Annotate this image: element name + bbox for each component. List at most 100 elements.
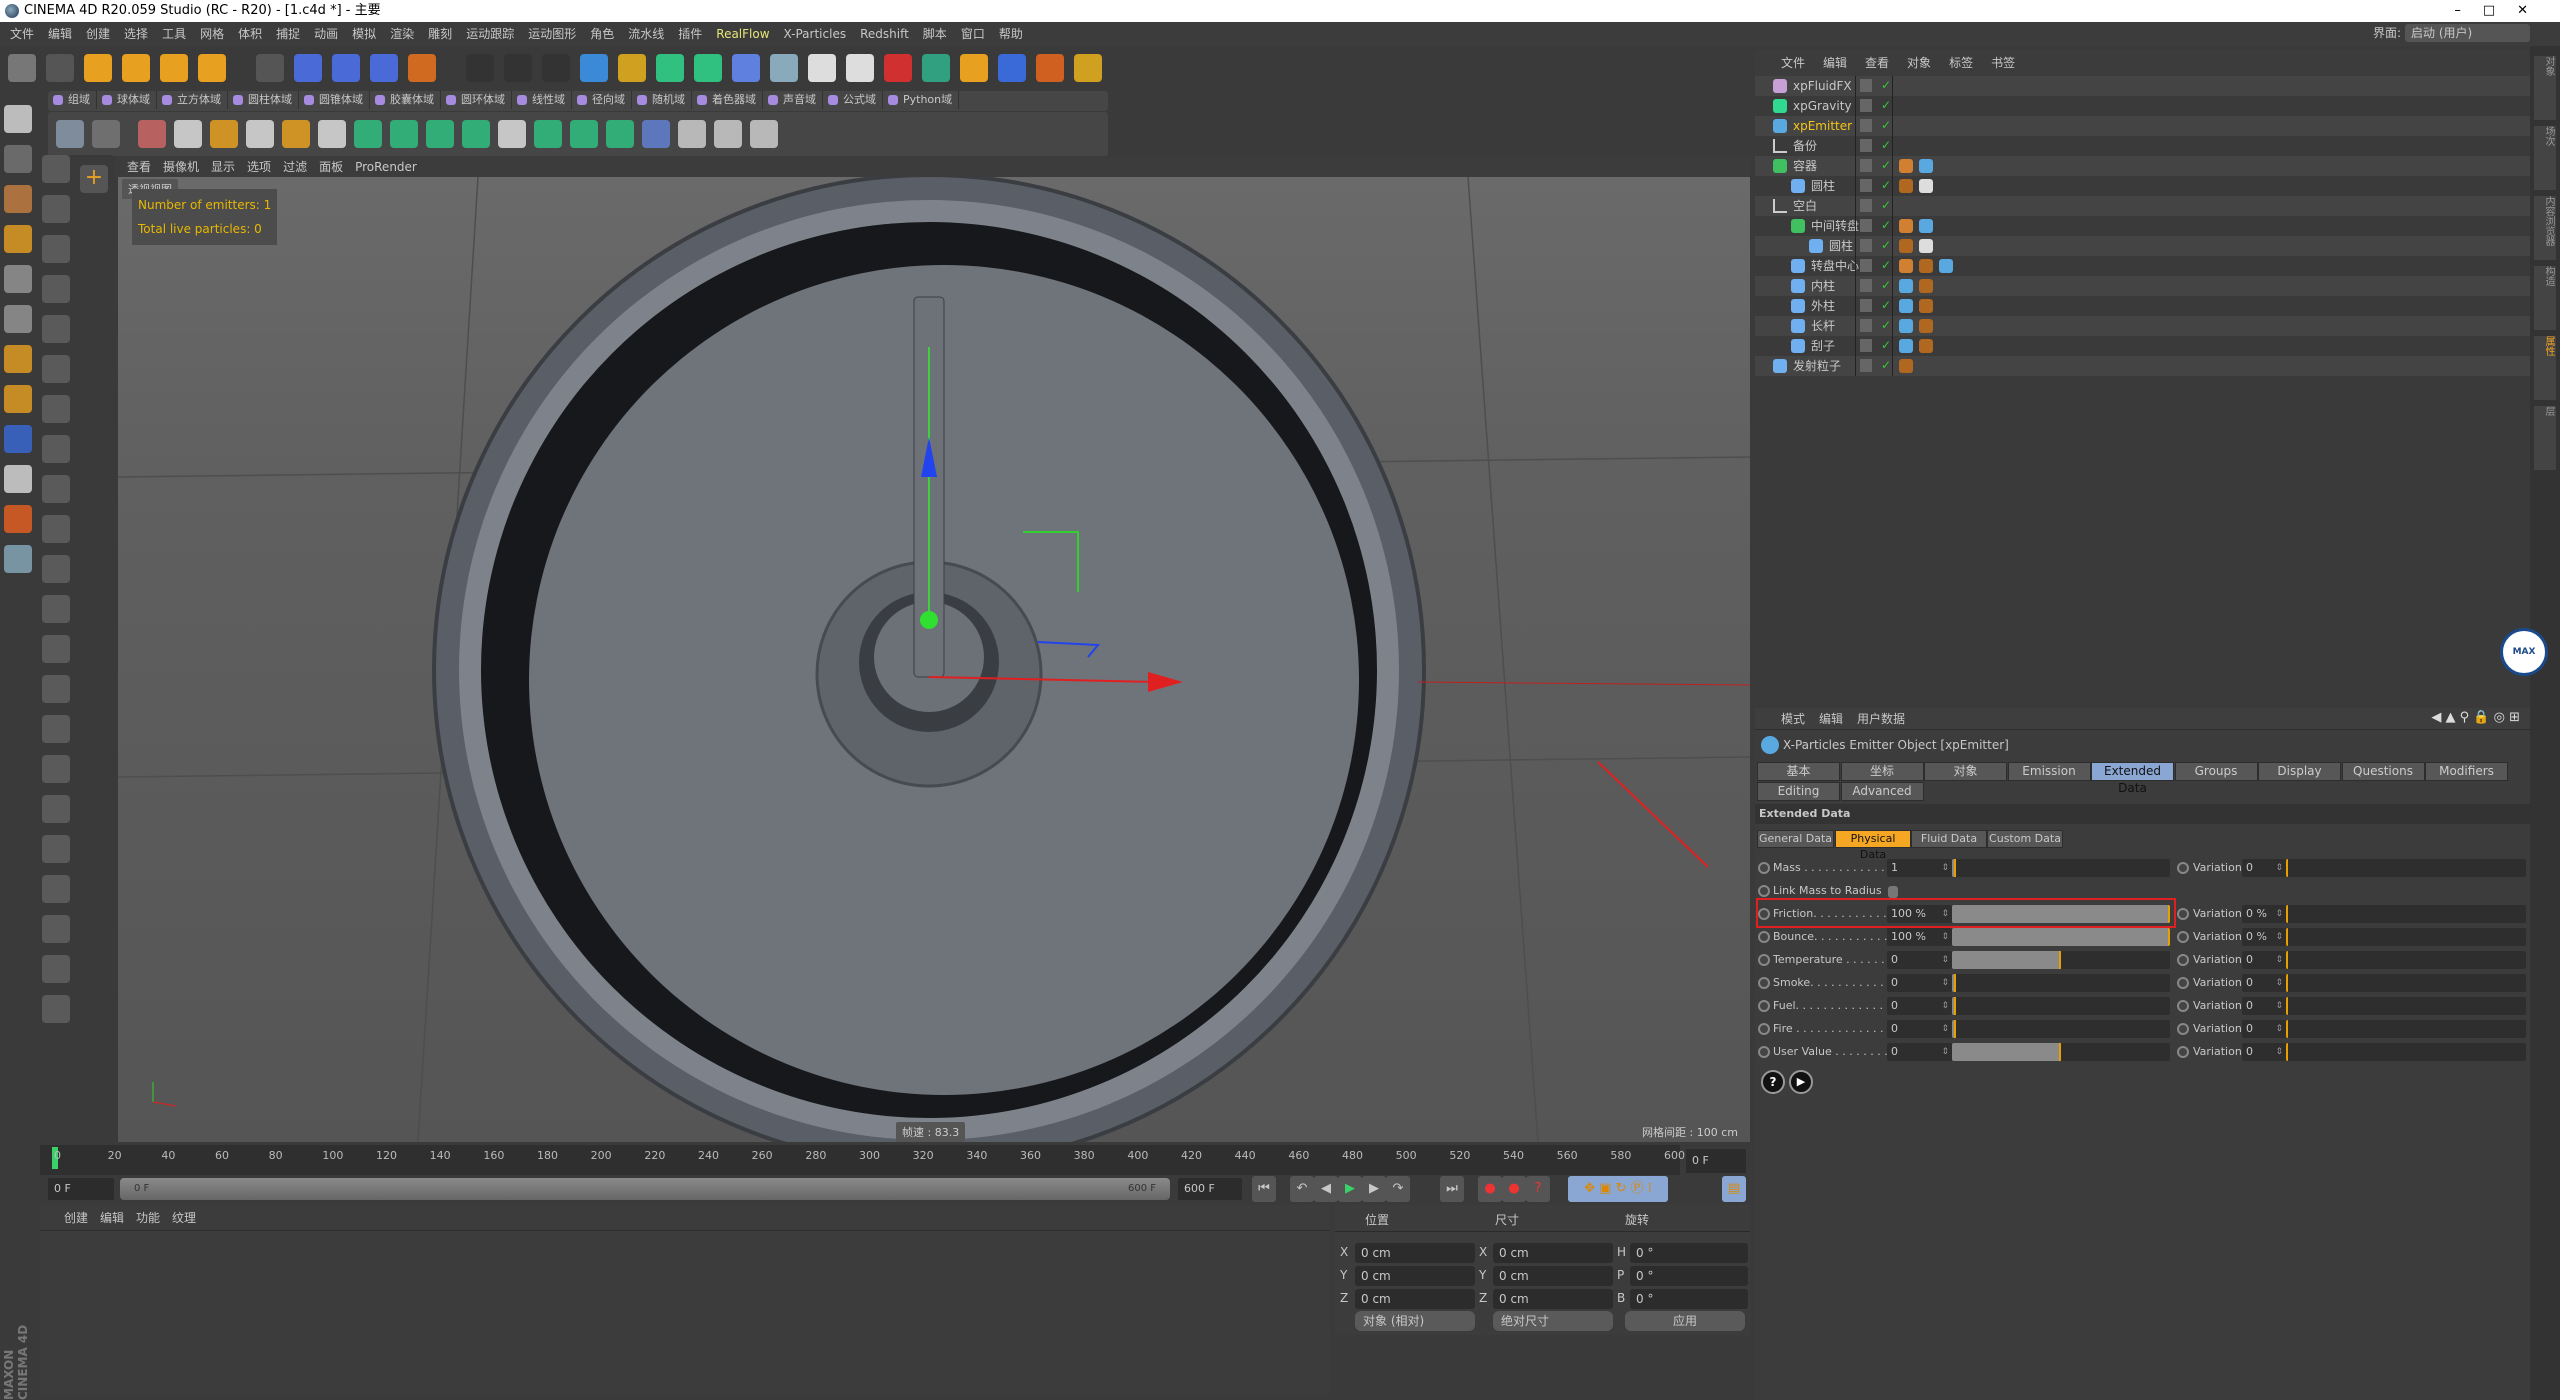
menu-item[interactable]: 帮助 [999,27,1023,41]
subtab-2[interactable]: Fluid Data [1911,830,1987,848]
tab-4[interactable]: Extended Data [2091,762,2174,795]
mode-tool-icon[interactable] [4,505,32,533]
object-name[interactable]: 容器 [1793,156,1817,176]
coord-mode-dropdown[interactable]: 对象 (相对) [1355,1311,1475,1331]
variation-slider[interactable] [2286,928,2526,946]
viewport-menu-item[interactable]: 摄像机 [163,160,199,174]
layer-icon[interactable] [1860,139,1872,152]
object-tag-icon[interactable] [1919,179,1933,193]
edit-tool-icon[interactable] [42,635,70,663]
viewport-menu-item[interactable]: 过滤 [283,160,307,174]
mode-tool-icon[interactable] [4,225,32,253]
menu-item[interactable]: 文件 [10,27,34,41]
object-name[interactable]: 外柱 [1811,296,1835,316]
visible-check-icon[interactable]: ✓ [1881,115,1891,135]
object-tag-icon[interactable] [1899,219,1913,233]
position-field[interactable]: 0 cm [1355,1289,1475,1309]
param-slider[interactable] [1952,997,2170,1015]
object-flags[interactable]: ✓ [1855,256,1893,276]
side-tab-0[interactable]: 对象 [2534,56,2556,120]
object-tag-icon[interactable] [1939,259,1953,273]
timeline-button[interactable]: ▤ [1722,1176,1746,1202]
key-tracks-buttons[interactable]: ✥ ▣ ↻ Ⓟ ⁞ [1568,1176,1668,1202]
object-tag-icon[interactable] [1919,299,1933,313]
field-11[interactable]: 声音域 [763,91,823,109]
rotation-field[interactable]: 0 ° [1630,1243,1748,1263]
layer-icon[interactable] [1860,159,1872,172]
toolbar-tool-icon[interactable] [542,54,570,82]
variation-slider[interactable] [2286,1020,2526,1038]
field-5[interactable]: 胶囊体域 [370,91,441,109]
prev-key-button[interactable]: ↶ [1290,1176,1314,1202]
variation-field[interactable]: 0 [2242,1043,2286,1061]
object-row[interactable]: 外柱 ✓ [1755,296,2530,316]
xparticles-tool-icon[interactable] [282,120,310,148]
layout-dropdown[interactable]: 启动 (用户) [2405,24,2530,42]
menu-item[interactable]: 插件 [678,27,702,41]
menu-item[interactable]: 工具 [162,27,186,41]
xparticles-tool-icon[interactable] [354,120,382,148]
edit-tool-icon[interactable] [42,435,70,463]
next-key-button[interactable]: ↷ [1386,1176,1410,1202]
menu-item[interactable]: 窗口 [961,27,985,41]
tab-0[interactable]: 基本 [1757,762,1840,781]
variation-field[interactable]: 0 [2242,974,2286,992]
object-menu-item[interactable]: 对象 [1907,56,1931,70]
subtab-1[interactable]: Physical Data [1835,830,1911,861]
edit-tool-icon[interactable] [42,875,70,903]
variation-field[interactable]: 0 % [2242,905,2286,923]
menu-item[interactable]: 网格 [200,27,224,41]
variation-slider[interactable] [2286,951,2526,969]
menu-item[interactable]: 渲染 [390,27,414,41]
param-field[interactable]: 0 [1887,997,1952,1015]
visible-check-icon[interactable]: ✓ [1881,295,1891,315]
object-tag-icon[interactable] [1899,299,1913,313]
variation-slider[interactable] [2286,859,2526,877]
edit-tool-icon[interactable] [42,195,70,223]
next-frame-button[interactable]: ▶ [1362,1176,1386,1202]
menu-item[interactable]: 创建 [86,27,110,41]
toolbar-tool-icon[interactable] [694,54,722,82]
object-name[interactable]: xpGravity [1793,96,1852,116]
object-flags[interactable]: ✓ [1855,136,1893,156]
object-row[interactable]: 长杆 ✓ [1755,316,2530,336]
mode-tool-icon[interactable] [4,185,32,213]
toolbar-tool-icon[interactable] [84,54,112,82]
xparticles-tool-icon[interactable] [56,120,84,148]
material-menu-item[interactable]: 创建 [64,1211,88,1225]
object-menu-item[interactable]: 书签 [1991,56,2015,70]
mode-tool-icon[interactable] [4,465,32,493]
autokey-button[interactable]: ● [1502,1176,1526,1202]
tab-7[interactable]: Questions [2341,762,2425,781]
toolbar-tool-icon[interactable] [618,54,646,82]
object-flags[interactable]: ✓ [1855,96,1893,116]
object-row[interactable]: 备份 ✓ [1755,136,2530,156]
viewport-menu-item[interactable]: ProRender [355,160,417,174]
material-menu-item[interactable]: 编辑 [100,1211,124,1225]
tab-5[interactable]: Groups [2174,762,2258,781]
viewport[interactable]: 透视视图 Number of emitters: 1Total live par… [118,177,1750,1142]
tab-1[interactable]: 坐标 [1840,762,1924,781]
param-field[interactable]: 0 [1887,1020,1952,1038]
edit-tool-icon[interactable] [42,155,70,183]
menu-item[interactable]: RealFlow [716,27,769,41]
xparticles-tool-icon[interactable] [714,120,742,148]
animate-radio[interactable] [1758,954,1770,966]
visible-check-icon[interactable]: ✓ [1881,355,1891,375]
xparticles-tool-icon[interactable] [390,120,418,148]
side-tab-2[interactable]: 内容浏览器 [2534,196,2556,260]
object-tag-icon[interactable] [1899,339,1913,353]
toolbar-tool-icon[interactable] [8,54,36,82]
object-row[interactable]: 转盘中心 ✓ [1755,256,2530,276]
video-tutorial-icon[interactable]: ▶ [1789,1070,1813,1094]
tab-10[interactable]: Advanced [1840,782,1924,801]
object-name[interactable]: 长杆 [1811,316,1835,336]
xparticles-tool-icon[interactable] [498,120,526,148]
go-to-end-button[interactable]: ⏭ [1440,1176,1464,1202]
object-row[interactable]: 容器 ✓ [1755,156,2530,176]
object-tag-icon[interactable] [1919,339,1933,353]
variation-slider[interactable] [2286,974,2526,992]
viewport-menu-item[interactable]: 面板 [319,160,343,174]
object-name[interactable]: 空白 [1793,196,1817,216]
edit-tool-icon[interactable] [42,795,70,823]
